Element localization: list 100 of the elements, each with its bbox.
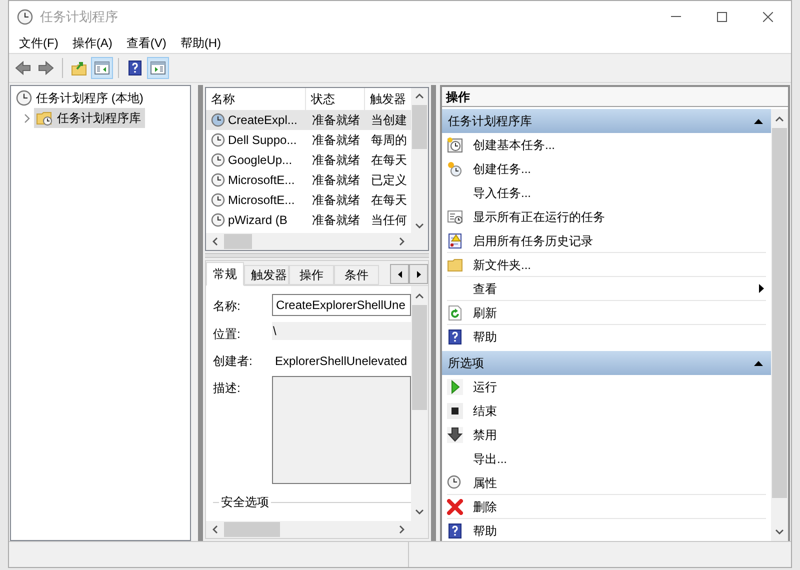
table-cell-text: CreateExpl... [228,112,298,129]
table-cell-text: MicrosoftE... [228,172,295,189]
action-label: 启用所有任务历史记录 [473,232,594,250]
pane-icon [150,60,166,76]
scrollbar-thumb[interactable] [224,234,252,249]
scrollbar-thumb[interactable] [772,128,787,498]
scroll-down-icon [415,509,424,515]
menu-item[interactable]: 操作(A) [65,34,120,52]
text-field[interactable]: CreateExplorerShellUne [272,294,411,316]
action-item[interactable]: 创建任务... [447,157,766,181]
scroll-left-icon [212,237,218,246]
clock-icon [17,8,33,24]
close-icon [763,12,773,22]
task-row[interactable]: MicrosoftE... 准备就绪 在每天 [206,190,411,210]
task-row[interactable]: pWizard (B 准备就绪 当任何 [206,210,411,230]
clock-icon [211,133,225,147]
table-cell-text: 已定义 [371,172,407,189]
window-title: 任务计划程序 [40,8,118,26]
description-field[interactable] [272,376,411,484]
action-item[interactable]: 帮助 [447,519,766,541]
action-label: 创建任务... [473,161,532,178]
action-label: 帮助 [473,329,498,346]
tab-scroll-left-button[interactable] [390,264,409,284]
scroll-right-icon [399,237,405,246]
action-item[interactable]: 导入任务... [447,181,766,205]
menu-item[interactable]: 帮助(H) [173,34,228,52]
horizontal-scrollbar[interactable] [206,521,428,538]
vertical-scrollbar[interactable] [411,88,428,233]
field-label: 位置: [213,326,242,343]
scrollbar-thumb[interactable] [412,305,427,410]
scroll-down-icon [415,223,424,229]
scrollbar-thumb[interactable] [412,105,427,149]
field-label: 创建者: [213,353,254,370]
clock-icon [211,153,225,167]
action-item[interactable]: 刷新 [447,301,766,325]
folder-clock-icon [36,110,53,126]
task-row[interactable]: GoogleUp... 准备就绪 在每天 [206,150,411,170]
field-value: ExplorerShellUnelevated [274,353,408,370]
group-header[interactable]: 所选项 [442,351,771,375]
group-title: 所选项 [448,355,485,372]
action-label: 属性 [473,474,498,492]
expand-icon [24,114,30,122]
action-item[interactable]: 属性 [447,471,766,495]
horizontal-scrollbar[interactable] [206,233,428,250]
tab-scroll-right-button[interactable] [409,264,428,284]
table-cell-text: 准备就绪 [312,152,360,169]
task-row[interactable]: CreateExpl... 准备就绪 当创建 [206,110,411,130]
down-arrow-icon [447,427,463,443]
table-cell-text: 在每天 [371,192,407,209]
action-item[interactable]: 导出... [447,447,766,471]
vertical-scrollbar[interactable] [771,109,788,541]
table-cell-text: 准备就绪 [312,132,360,149]
tab[interactable]: 触发器 [244,265,289,285]
action-item[interactable]: 创建基本任务... [447,133,766,157]
clock-icon [211,113,225,127]
clock-icon [447,474,463,490]
vertical-scrollbar[interactable] [411,286,428,521]
action-item[interactable]: 新文件夹... [447,253,766,277]
table-cell-text: 准备就绪 [312,212,360,229]
stop-icon [447,403,463,419]
pane-icon [94,60,110,76]
table-cell-text: GoogleUp... [228,152,292,169]
clock-sparkle-icon [447,137,463,153]
table-cell-text: 在每天 [371,152,407,169]
action-item[interactable]: 启用所有任务历史记录 [447,229,766,253]
action-label: 刷新 [473,304,498,322]
task-row[interactable]: Dell Suppo... 准备就绪 每周的 [206,130,411,150]
action-label: 删除 [473,498,498,516]
action-item[interactable]: 查看 [447,277,766,301]
action-item[interactable]: 帮助 [447,325,766,349]
action-item[interactable]: 结束 [447,399,766,423]
help-icon [127,60,143,76]
clock-sparkle-icon [447,161,463,177]
action-item[interactable]: 运行 [447,375,766,399]
table-cell-text: 准备就绪 [312,172,360,189]
tab[interactable]: 常规 [206,262,244,286]
menu-item[interactable]: 文件(F) [12,34,66,52]
scroll-down-icon [775,529,784,535]
scrollbar-thumb[interactable] [224,522,280,537]
action-label: 创建基本任务... [473,137,556,154]
group-header[interactable]: 任务计划程序库 [442,109,771,133]
field-label: 名称: [213,298,242,315]
action-item[interactable]: 禁用 [447,423,766,447]
menu-item[interactable]: 查看(V) [119,34,174,52]
action-label: 查看 [473,280,498,298]
action-label: 新文件夹... [473,256,532,274]
tab[interactable]: 操作 [289,265,334,285]
forward-arrow-icon [38,60,54,76]
table-cell-text: 当任何 [371,212,407,229]
tree-item[interactable]: 任务计划程序 (本地) [14,88,148,108]
table-cell-text: 每周的 [371,132,407,149]
scroll-up-icon [415,293,424,299]
action-item[interactable]: 删除 [447,495,766,519]
tree-item[interactable]: 任务计划程序库 [34,108,145,128]
task-row[interactable]: MicrosoftE... 准备就绪 已定义 [206,170,411,190]
action-label: 结束 [473,403,498,420]
action-item[interactable]: 显示所有正在运行的任务 [447,205,766,229]
tab[interactable]: 条件 [334,265,379,285]
pane-header: 操作 [442,87,788,107]
scroll-up-icon [415,93,424,99]
